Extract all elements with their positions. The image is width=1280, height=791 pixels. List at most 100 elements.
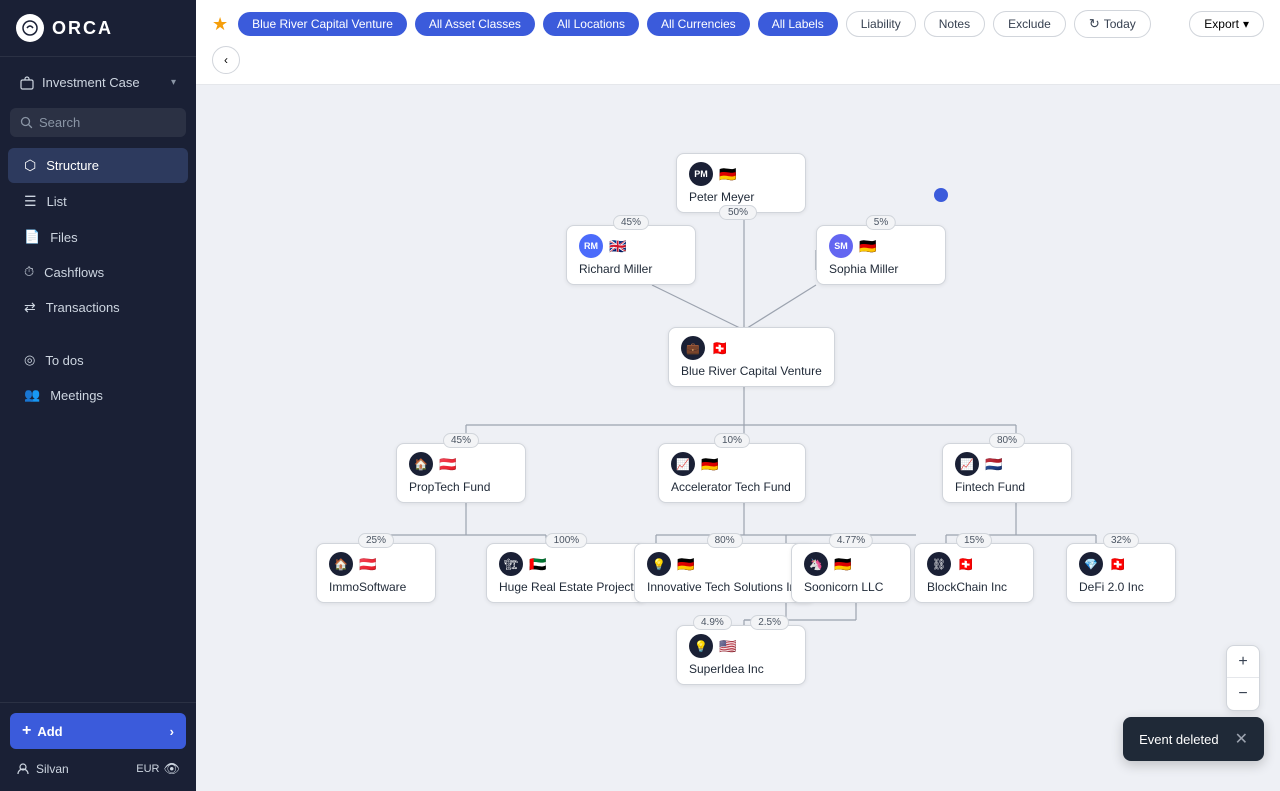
star-icon[interactable]: ★ [212,14,228,35]
node-proptech[interactable]: 🏠 🇦🇹 PropTech Fund 45% [396,443,526,503]
accelerator-icon: 📈 [671,452,695,476]
proptech-name: PropTech Fund [409,480,513,494]
node-defi[interactable]: 💎 🇨🇭 DeFi 2.0 Inc 32% [1066,543,1176,603]
sophia-miller-avatar: SM [829,234,853,258]
richard-miller-pct: 45% [613,215,649,230]
filter-location[interactable]: All Locations [543,12,639,36]
sidebar-item-structure[interactable]: ⬡ Structure [8,148,188,183]
toast-close-button[interactable]: ✕ [1235,729,1248,749]
user-icon [16,762,30,776]
list-icon: ☰ [24,193,37,210]
sidebar-item-label: To dos [45,353,83,368]
peter-meyer-flag: 🇩🇪 [719,166,736,183]
add-button[interactable]: + Add › [10,713,186,749]
investment-case-button[interactable]: Investment Case ▾ [10,67,186,98]
sidebar-item-label: Transactions [46,300,120,315]
richard-miller-name: Richard Miller [579,262,683,276]
briefcase-icon [20,76,34,90]
liability-button[interactable]: Liability [846,11,916,37]
topbar: ★ Blue River Capital Venture All Asset C… [196,0,1280,85]
search-box[interactable]: Search [10,108,186,137]
fintech-pct: 80% [989,433,1025,448]
nav-items: ⬡ Structure ☰ List 📄 Files ⏱ Cashflows ⇄… [0,143,196,702]
blue-river-flag: 🇨🇭 [711,340,728,357]
node-fintech[interactable]: 📈 🇳🇱 Fintech Fund 80% [942,443,1072,503]
zoom-in-button[interactable]: + [1227,646,1259,678]
node-immo[interactable]: 🏠 🇦🇹 ImmoSoftware 25% [316,543,436,603]
filter-currency[interactable]: All Currencies [647,12,750,36]
export-button[interactable]: Export ▾ [1189,11,1264,37]
node-innovative[interactable]: 💡 🇩🇪 Innovative Tech Solutions Inc 80% [634,543,815,603]
exclude-button[interactable]: Exclude [993,11,1066,37]
investment-case-section: Investment Case ▾ [0,57,196,102]
superidea-pct1: 4.9% [693,615,732,630]
node-richard-miller[interactable]: RM 🇬🇧 Richard Miller 45% [566,225,696,285]
node-huge-real[interactable]: 🏗 🇦🇪 Huge Real Estate Project 100% [486,543,647,603]
collapse-sidebar-button[interactable]: ‹ [212,46,240,74]
defi-pct: 32% [1103,533,1139,548]
sidebar-item-label: Cashflows [44,265,104,280]
huge-real-flag: 🇦🇪 [529,556,546,573]
node-peter-meyer[interactable]: PM 🇩🇪 Peter Meyer [676,153,806,213]
richard-miller-flag: 🇬🇧 [609,238,626,255]
immo-icon: 🏠 [329,552,353,576]
sidebar-item-transactions[interactable]: ⇄ Transactions [8,290,188,325]
soonicorn-name: Soonicorn LLC [804,580,898,594]
filter-asset-class[interactable]: All Asset Classes [415,12,535,36]
blockchain-flag: 🇨🇭 [957,556,974,573]
node-blue-river[interactable]: 💼 🇨🇭 Blue River Capital Venture [668,327,835,387]
username: Silvan [36,762,69,776]
sidebar-item-todos[interactable]: ◎ To dos [8,343,188,377]
immo-pct: 25% [358,533,394,548]
fintech-flag: 🇳🇱 [985,456,1002,473]
sidebar-item-label: List [47,194,67,209]
peter-meyer-name: Peter Meyer [689,190,793,204]
defi-name: DeFi 2.0 Inc [1079,580,1163,594]
node-accelerator[interactable]: 📈 🇩🇪 Accelerator Tech Fund 10% [658,443,806,503]
sidebar-item-cashflows[interactable]: ⏱ Cashflows [8,255,188,289]
user-row: Silvan EUR 👁 [10,757,186,781]
sidebar-item-meetings[interactable]: 👥 Meetings [8,378,188,412]
filter-labels[interactable]: All Labels [758,12,838,36]
fintech-icon: 📈 [955,452,979,476]
search-placeholder: Search [39,115,80,130]
notes-button[interactable]: Notes [924,11,985,37]
node-sophia-miller[interactable]: SM 🇩🇪 Sophia Miller 5% [816,225,946,285]
chevron-down-icon: ▾ [171,77,176,88]
sidebar-item-list[interactable]: ☰ List [8,184,188,219]
zoom-out-button[interactable]: − [1227,678,1259,710]
investment-case-label: Investment Case [42,75,140,90]
eye-icon[interactable]: 👁 [163,761,180,777]
huge-real-pct: 100% [546,533,588,548]
badge-50pct: 50% [719,205,757,220]
accelerator-pct: 10% [714,433,750,448]
add-label: Add [37,724,62,739]
node-superidea[interactable]: 💡 🇺🇸 SuperIdea Inc 4.9% 2.5% [676,625,806,685]
sophia-miller-flag: 🇩🇪 [859,238,876,255]
sidebar-item-label: Structure [46,158,99,173]
blue-river-name: Blue River Capital Venture [681,364,822,378]
todos-icon: ◎ [24,352,35,368]
blue-river-icon: 💼 [681,336,705,360]
blockchain-pct: 15% [956,533,992,548]
innovative-flag: 🇩🇪 [677,556,694,573]
today-button[interactable]: ↻ Today [1074,10,1151,38]
defi-flag: 🇨🇭 [1109,556,1126,573]
files-icon: 📄 [24,229,40,245]
blockchain-name: BlockChain Inc [927,580,1021,594]
node-blockchain[interactable]: ⛓ 🇨🇭 BlockChain Inc 15% [914,543,1034,603]
plus-icon: + [22,722,31,740]
filter-entity[interactable]: Blue River Capital Venture [238,12,407,36]
structure-icon: ⬡ [24,157,36,174]
sidebar-item-files[interactable]: 📄 Files [8,220,188,254]
innovative-icon: 💡 [647,552,671,576]
defi-icon: 💎 [1079,552,1103,576]
logo-area: ORCA [0,0,196,57]
accelerator-name: Accelerator Tech Fund [671,480,793,494]
proptech-icon: 🏠 [409,452,433,476]
logo-text: ORCA [52,18,113,39]
selection-indicator [934,188,948,202]
sophia-miller-pct: 5% [866,215,896,230]
node-soonicorn[interactable]: 🦄 🇩🇪 Soonicorn LLC 4.77% [791,543,911,603]
main-content: ★ Blue River Capital Venture All Asset C… [196,0,1280,791]
